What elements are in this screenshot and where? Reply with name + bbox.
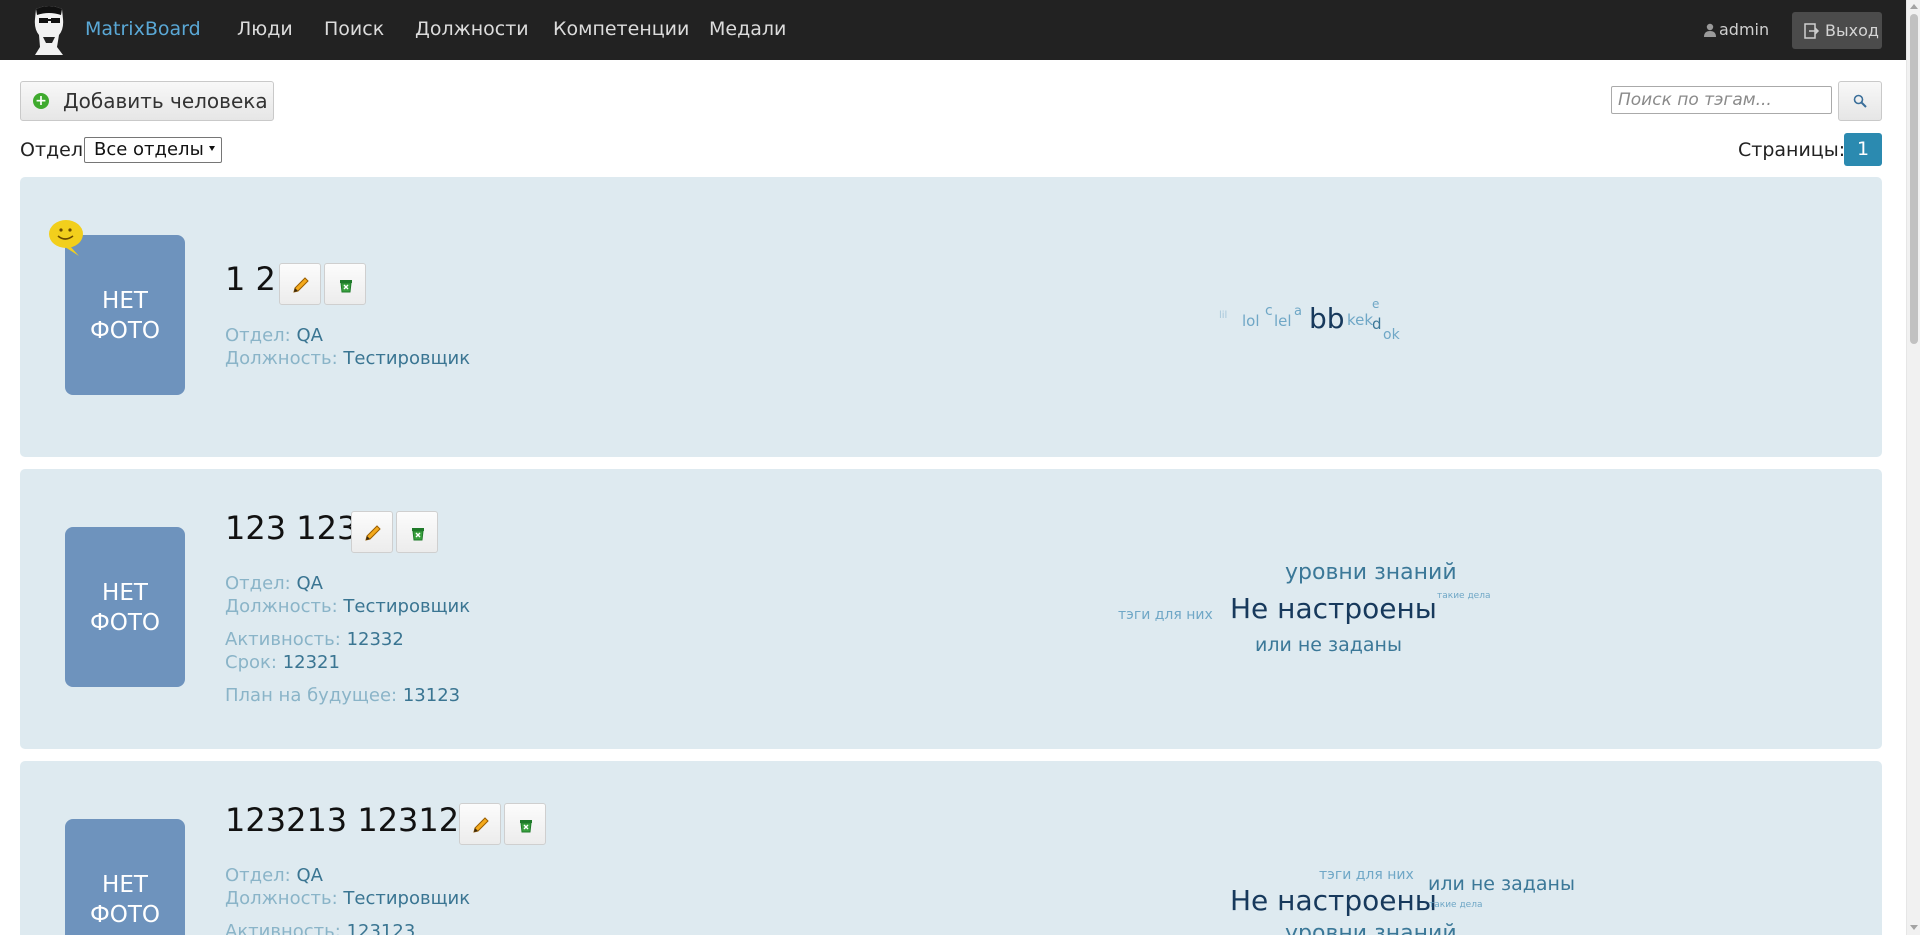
edit-button[interactable] — [279, 263, 321, 305]
tag-cloud-item[interactable]: тэги для них — [1319, 868, 1414, 882]
logo-icon[interactable] — [30, 5, 68, 55]
trash-icon — [412, 528, 424, 541]
tag-cloud-item[interactable]: e — [1372, 298, 1379, 310]
nav-search[interactable]: Поиск — [324, 18, 384, 40]
pencil-icon — [293, 277, 309, 293]
position-link[interactable]: Тестировщик — [343, 348, 470, 369]
add-person-button[interactable]: + Добавить человека — [20, 81, 274, 121]
person-activity: Активность: 123123 — [225, 921, 416, 935]
department-select-value: Все отделы — [94, 139, 204, 160]
nav-competencies[interactable]: Компетенции — [553, 18, 689, 40]
logout-button[interactable]: Выход — [1792, 12, 1882, 49]
nav-medals[interactable]: Медали — [709, 18, 786, 40]
person-term: Срок: 12321 — [225, 652, 340, 673]
logout-label: Выход — [1825, 21, 1879, 40]
tag-search-input[interactable] — [1611, 86, 1832, 114]
tag-cloud-item[interactable]: a — [1294, 305, 1302, 318]
person-activity: Активность: 12332 — [225, 629, 404, 650]
person-card: НЕТ ФОТО 123213 123123 Отдел: QA Должнос… — [20, 761, 1882, 935]
nav-positions[interactable]: Должности — [415, 18, 529, 40]
tag-cloud-item[interactable]: kek — [1347, 313, 1373, 328]
top-navbar: MatrixBoard Люди Поиск Должности Компете… — [0, 0, 1906, 60]
position-link[interactable]: Тестировщик — [343, 888, 470, 909]
delete-button[interactable] — [396, 511, 438, 553]
person-position: Должность: Тестировщик — [225, 596, 471, 617]
delete-button[interactable] — [324, 263, 366, 305]
user-link[interactable]: admin — [1704, 20, 1769, 40]
smiley-medal-icon[interactable] — [47, 219, 87, 257]
tag-cloud-item[interactable]: lol — [1242, 314, 1260, 329]
tag-cloud-item[interactable]: такие дела — [1429, 901, 1482, 910]
logout-icon — [1804, 23, 1820, 39]
add-person-label: Добавить человека — [63, 89, 268, 113]
tag-cloud-item[interactable]: lil — [1219, 311, 1227, 321]
person-position: Должность: Тестировщик — [225, 348, 471, 369]
department-select[interactable]: Все отделы — [84, 137, 222, 163]
no-photo-text-line2: ФОТО — [89, 318, 161, 344]
user-icon — [1704, 23, 1716, 37]
no-photo-text-line2: ФОТО — [89, 902, 161, 928]
tag-cloud-item[interactable]: d — [1372, 317, 1382, 332]
no-photo-text-line1: НЕТ — [102, 288, 148, 314]
edit-button[interactable] — [351, 511, 393, 553]
no-photo-text-line1: НЕТ — [102, 580, 148, 606]
nav-people[interactable]: Люди — [237, 18, 293, 40]
person-name: 123213 123123 — [225, 801, 480, 839]
person-plan: План на будущее: 13123 — [225, 685, 461, 706]
department-link[interactable]: QA — [296, 865, 322, 886]
department-label: Отдел: — [20, 139, 90, 161]
tag-cloud-item[interactable]: Не настроены — [1230, 595, 1437, 623]
no-photo-placeholder[interactable]: НЕТ ФОТО — [65, 235, 185, 395]
tag-cloud-item[interactable]: уровни знаний — [1285, 923, 1457, 935]
trash-icon — [520, 820, 532, 833]
tag-cloud-item[interactable]: или не заданы — [1255, 636, 1402, 655]
tag-cloud-item[interactable]: c — [1265, 304, 1273, 318]
dropdown-arrow-icon — [209, 146, 215, 151]
no-photo-placeholder[interactable]: НЕТ ФОТО — [65, 819, 185, 935]
person-department: Отдел: QA — [225, 325, 323, 346]
position-link[interactable]: Тестировщик — [343, 596, 470, 617]
trash-icon — [340, 280, 352, 293]
department-link[interactable]: QA — [296, 325, 322, 346]
tag-cloud-item[interactable]: такие дела — [1437, 592, 1490, 601]
no-photo-text-line2: ФОТО — [89, 610, 161, 636]
tag-cloud-item[interactable]: или не заданы — [1428, 875, 1575, 894]
delete-button[interactable] — [504, 803, 546, 845]
person-card: НЕТ ФОТО 1 2 Отдел: QA Должность: Тестир… — [20, 177, 1882, 457]
scroll-down-arrow-icon[interactable] — [1910, 925, 1918, 930]
pencil-icon — [473, 817, 489, 833]
tag-cloud-item[interactable]: Не настроены — [1230, 887, 1437, 915]
no-photo-placeholder[interactable]: НЕТ ФОТО — [65, 527, 185, 687]
pencil-icon — [365, 525, 381, 541]
tag-cloud-item[interactable]: bb — [1309, 305, 1345, 333]
department-link[interactable]: QA — [296, 573, 322, 594]
page-scrollbar[interactable] — [1906, 0, 1920, 935]
page-1-button[interactable]: 1 — [1844, 133, 1882, 166]
person-department: Отдел: QA — [225, 573, 323, 594]
tag-cloud-item[interactable]: lel — [1274, 314, 1292, 329]
tag-cloud-item[interactable]: уровни знаний — [1285, 562, 1457, 584]
pages-label: Страницы: — [1738, 139, 1846, 161]
person-name: 1 2 — [225, 260, 276, 298]
edit-button[interactable] — [459, 803, 501, 845]
search-icon — [1853, 94, 1867, 108]
search-button[interactable] — [1838, 81, 1882, 121]
scroll-up-arrow-icon[interactable] — [1910, 4, 1918, 9]
brand-link[interactable]: MatrixBoard — [85, 18, 201, 40]
person-card: НЕТ ФОТО 123 123 Отдел: QA Должность: Те… — [20, 469, 1882, 749]
person-name: 123 123 — [225, 509, 358, 547]
username: admin — [1719, 20, 1770, 39]
person-department: Отдел: QA — [225, 865, 323, 886]
person-position: Должность: Тестировщик — [225, 888, 471, 909]
plus-circle-icon: + — [33, 93, 49, 109]
no-photo-text-line1: НЕТ — [102, 872, 148, 898]
scroll-thumb[interactable] — [1910, 14, 1918, 344]
tag-cloud-item[interactable]: тэги для них — [1118, 608, 1213, 622]
tag-cloud-item[interactable]: ok — [1383, 328, 1400, 342]
